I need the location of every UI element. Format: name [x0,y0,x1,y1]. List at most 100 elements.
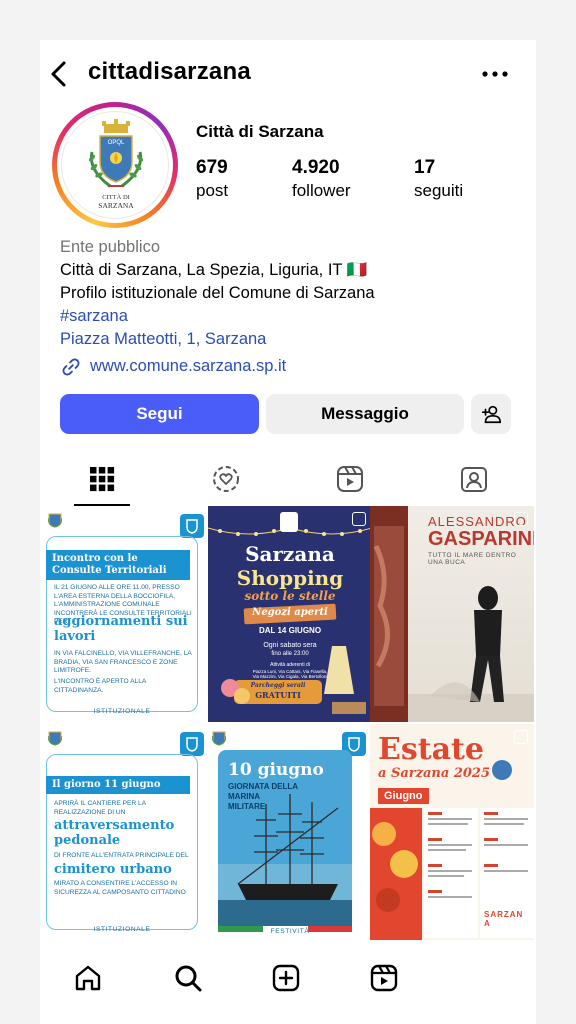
post-category: ISTITUZIONALE [93,926,151,933]
post-thumbnail[interactable]: 10 giugno GIORNATA DELLA MARINA MILITARE… [208,724,372,940]
tab-reposts[interactable] [164,452,288,506]
bio-line: Città di Sarzana, La Spezia, Liguria, IT… [60,259,520,282]
post-subtitle: sotto le stelle [244,589,336,603]
post-title: GIORNATA DELLA MARINA MILITARE [228,782,298,811]
post-category: ISTITUZIONALE [93,708,151,715]
post-text: L'incontro è aperto alla cittadinanza. [54,678,146,694]
exhibit-title: ALESSANDRO [428,514,527,529]
post-heading: Incontro con le Consulte Territoriali [46,550,190,580]
bio-address[interactable]: Piazza Matteotti, 1, Sarzana [60,328,520,351]
city-crest-icon [280,512,298,532]
display-name: Città di Sarzana [196,122,324,141]
bio: Ente pubblico Città di Sarzana, La Spezi… [60,236,520,378]
post-category: FESTIVITÀ [270,928,310,935]
post-badge: Parcheggi serali [250,682,306,689]
carousel-icon [514,512,528,526]
post-badge-icon [180,514,204,538]
bio-website-link[interactable]: www.comune.sarzana.sp.it [60,355,520,378]
stat-posts[interactable]: 679 post [196,157,228,201]
grid-icon [90,467,115,492]
ship-photo [218,750,352,932]
stat-label: post [196,181,229,200]
post-date: 10 giugno [228,760,324,780]
post-logo: SARZANA [484,910,524,928]
reels-ring-icon [213,466,239,492]
bio-description: Profilo istituzionale del Comune di Sarz… [60,284,375,302]
bio-location: Città di Sarzana, La Spezia, Liguria, IT [60,261,343,279]
post-thumbnail[interactable]: Il giorno 11 giugno Aprirà il cantiere p… [42,724,206,940]
stat-label: seguiti [414,181,464,200]
chevron-left-icon[interactable] [48,59,70,89]
post-text: di fronte all'entrata principale del [54,852,189,859]
website-text: www.comune.sarzana.sp.it [90,357,287,375]
post-subtitle: a Sarzana 2025 [378,766,490,781]
svg-text:CITTÀ DI: CITTÀ DI [102,193,130,201]
post-highlight: aggiornamenti sui lavori [54,614,188,644]
city-crest-icon: OPQL CITTÀ DI SARZANA [89,119,143,210]
nav-create[interactable] [266,958,306,998]
profile-screen: cittadisarzana OPQL CITTÀ DI SARZANA Cit… [40,40,536,1024]
bio-hashtag[interactable]: #sarzana [60,305,520,328]
post-text: mirato a consentire l'accesso in sicurez… [54,880,186,896]
tab-posts[interactable] [40,452,164,506]
post-month: Giugno [378,788,429,804]
post-title: Sarzana [245,542,335,566]
username: cittadisarzana [88,58,251,85]
post-text: Attività aderenti di [270,662,310,668]
post-title: Estate [378,732,484,767]
carousel-icon [352,512,366,526]
city-crest-icon [48,513,62,528]
search-icon [175,965,202,992]
tab-reels[interactable] [288,452,412,506]
exhibit-subtitle: TUTTO IL MARE DENTRO UNA BUCA [428,552,517,566]
exhibit-artist: GASPARINI [428,528,534,550]
more-horizontal-icon[interactable] [482,70,508,78]
post-highlight: cimitero urbano [54,862,172,877]
post-text: Piazza Luni, Via Cattani, Via Fiasella, … [252,669,328,679]
nav-home[interactable] [68,958,108,998]
post-title: Shopping [236,566,344,590]
nav-search[interactable] [168,958,208,998]
flag-icon: 🇮🇹 [346,261,368,279]
link-icon [62,358,80,375]
post-text: Aprirà il cantiere per la realizzazione … [54,800,146,816]
follow-button[interactable]: Segui [60,394,259,434]
stat-label: follower [292,181,351,200]
post-badge-icon [180,732,204,756]
stat-value: 4.920 [292,157,340,178]
city-crest-icon [48,731,62,746]
post-text: fino alle 23:00 [271,651,309,657]
svg-text:SARZANA: SARZANA [98,201,134,210]
post-badge: GRATUITI [255,690,301,700]
carousel-icon [514,730,528,744]
story-ring[interactable]: OPQL CITTÀ DI SARZANA [52,102,178,228]
tab-tagged[interactable] [412,452,536,506]
post-heading: Il giorno 11 giugno [46,776,190,794]
post-text: in via Falcinello, via Villefranche, la … [54,650,192,675]
top-bar: cittadisarzana [40,54,536,94]
posts-grid: Incontro con le Consulte Territoriali Il… [40,506,536,940]
post-highlight: attraversamento pedonale [54,818,175,848]
svg-text:OPQL: OPQL [108,140,125,146]
stat-followers[interactable]: 4.920 follower [292,157,351,201]
home-icon [75,965,101,991]
bottom-nav [40,940,536,1024]
reels-icon [337,466,363,492]
post-thumbnail[interactable]: Incontro con le Consulte Territoriali Il… [42,506,206,722]
post-thumbnail[interactable]: Estate a Sarzana 2025 Giugno SARZANA [370,724,534,940]
add-person-icon [481,405,501,424]
post-text: Ogni sabato sera [263,642,317,649]
stat-value: 17 [414,157,436,178]
reels-icon [370,964,398,992]
post-thumbnail[interactable]: Sarzana Shopping sotto le stelle Negozi … [208,506,372,722]
stat-value: 679 [196,157,228,178]
nav-reels[interactable] [364,958,404,998]
create-icon [272,964,300,992]
profile-tabs [40,452,536,506]
stat-following[interactable]: 17 seguiti [414,157,463,201]
suggest-users-button[interactable] [471,394,511,434]
bio-category: Ente pubblico [60,238,160,256]
post-sign: Negozi aperti [252,607,328,618]
message-button[interactable]: Messaggio [266,394,464,434]
post-thumbnail[interactable]: ALESSANDRO GASPARINI TUTTO IL MARE DENTR… [370,506,534,722]
